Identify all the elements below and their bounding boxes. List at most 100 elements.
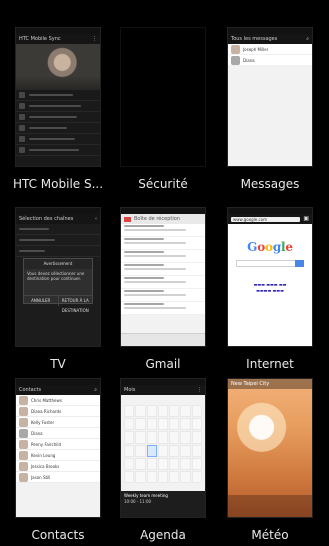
tv-dialog-title: Avertissement bbox=[24, 259, 92, 269]
gmail-mini-list bbox=[121, 224, 205, 315]
agenda-thumbnail[interactable]: Mois ⋮ Weekly team meeting 10:00 - 11:00 bbox=[120, 378, 206, 518]
contacts-search-icon: ⌕ bbox=[94, 387, 97, 393]
calendar-day bbox=[169, 431, 180, 444]
contact-row: Chris Matthews bbox=[16, 395, 100, 406]
contact-name: Kevin Leung bbox=[31, 452, 56, 458]
tv-row-line bbox=[19, 239, 55, 241]
contact-name: Penny Fairchild bbox=[31, 441, 61, 447]
recent-app-label-contacts: Contacts bbox=[31, 528, 85, 542]
gmail-thumbnail[interactable]: Boîte de réception bbox=[120, 207, 206, 347]
messages-row: Joseph Miller bbox=[228, 44, 312, 55]
tv-thumbnail[interactable]: Sélection des chaînes ‹ Avertissement Vo… bbox=[15, 207, 101, 347]
browser-tabs-icon: ▣ bbox=[303, 215, 309, 222]
calendar-day bbox=[135, 418, 146, 431]
tv-mini-title: Sélection des chaînes bbox=[19, 216, 74, 222]
calendar-day bbox=[191, 431, 202, 444]
gmail-row-line bbox=[124, 277, 164, 279]
gmail-icon bbox=[124, 216, 131, 222]
htc-thumbnail[interactable]: HTC Mobile Sync ⋮ bbox=[15, 27, 101, 167]
weather-mini-header: New Taipei City bbox=[228, 379, 312, 389]
calendar-day bbox=[157, 470, 169, 483]
calendar-day bbox=[191, 470, 202, 483]
messages-mini-title: Tous les messages bbox=[231, 36, 278, 42]
htc-profile-photo bbox=[16, 44, 100, 90]
htc-list-row bbox=[16, 134, 100, 145]
calendar-day bbox=[157, 418, 169, 431]
recent-app-label-internet: Internet bbox=[246, 357, 294, 371]
contacts-mini-title: Contacts bbox=[19, 387, 42, 393]
message-contact-name: Joseph Miller bbox=[243, 46, 269, 52]
calendar-day bbox=[180, 405, 191, 418]
htc-row-icon bbox=[19, 92, 25, 98]
browser-url: www.google.com bbox=[231, 216, 301, 222]
tv-warning-dialog: Avertissement Vous devez sélectionner un… bbox=[23, 258, 93, 313]
gmail-row-line bbox=[124, 303, 164, 305]
contact-avatar bbox=[19, 406, 28, 416]
contact-name: Chris Matthews bbox=[31, 397, 62, 403]
gmail-row-line bbox=[124, 281, 186, 283]
gmail-email-row bbox=[121, 276, 205, 289]
gmail-email-row bbox=[121, 250, 205, 263]
tv-row-line bbox=[19, 250, 45, 252]
tv-dialog-text: Vous devez sélectionner une destination … bbox=[27, 271, 85, 281]
calendar-day bbox=[146, 470, 157, 483]
recent-app-label-tv: TV bbox=[50, 357, 66, 371]
calendar-day bbox=[180, 418, 191, 431]
contacts-thumbnail[interactable]: Contacts ⌕ Chris Matthews Diana Richards… bbox=[15, 378, 101, 518]
tv-settings-row bbox=[16, 235, 100, 246]
contact-row: Kevin Leung bbox=[16, 450, 100, 461]
agenda-mini-title: Mois bbox=[124, 387, 136, 393]
weather-bottom-overlay bbox=[228, 495, 312, 517]
gmail-email-row bbox=[121, 224, 205, 237]
calendar-day bbox=[191, 405, 202, 418]
recent-app-label-messages: Messages bbox=[240, 177, 300, 191]
gmail-mini-title: Boîte de réception bbox=[134, 216, 180, 222]
contact-name: Diana bbox=[31, 430, 43, 436]
messages-thumbnail[interactable]: Tous les messages ⌕ Joseph Miller Diana bbox=[227, 27, 313, 167]
messages-mini-header: Tous les messages ⌕ bbox=[228, 34, 312, 44]
htc-row-icon bbox=[19, 125, 25, 131]
calendar-day bbox=[124, 444, 135, 457]
contact-row: Diana bbox=[16, 428, 100, 439]
contact-row: Kelly Foster bbox=[16, 417, 100, 428]
recent-app-label-agenda: Agenda bbox=[140, 528, 186, 542]
htc-list-row bbox=[16, 112, 100, 123]
htc-list-row bbox=[16, 145, 100, 156]
contact-avatar bbox=[19, 472, 28, 482]
calendar-day bbox=[191, 444, 202, 457]
calendar-day bbox=[124, 418, 135, 431]
gmail-row-line bbox=[124, 251, 164, 253]
contact-name: Jason Still bbox=[31, 474, 51, 480]
recent-app-label-htc: HTC Mobile S... bbox=[12, 177, 104, 191]
messages-row: Diana bbox=[228, 55, 312, 66]
calendar-day-selected bbox=[146, 444, 157, 457]
messages-mini-list: Joseph Miller Diana bbox=[228, 44, 312, 66]
meteo-thumbnail[interactable]: New Taipei City bbox=[227, 378, 313, 518]
gmail-email-row bbox=[121, 237, 205, 250]
google-search-box bbox=[236, 260, 304, 267]
htc-row-icon bbox=[19, 136, 25, 142]
calendar-day bbox=[180, 444, 191, 457]
htc-row-icon bbox=[19, 103, 25, 109]
calendar-day bbox=[135, 457, 146, 470]
contact-avatar bbox=[19, 450, 28, 460]
tv-settings-row bbox=[16, 224, 100, 235]
htc-list-row bbox=[16, 123, 100, 134]
calendar-day bbox=[180, 470, 191, 483]
gmail-row-line bbox=[124, 268, 186, 270]
internet-thumbnail[interactable]: www.google.com ▣ Google ▬▬▬ ▬▬▬ ▬▬ ▬▬▬▬ … bbox=[227, 207, 313, 347]
securite-thumbnail[interactable] bbox=[120, 27, 206, 167]
htc-row-line bbox=[29, 149, 79, 151]
gmail-email-row bbox=[121, 302, 205, 315]
calendar-day bbox=[124, 405, 135, 418]
google-logo: Google bbox=[247, 240, 293, 254]
gmail-row-line bbox=[124, 238, 164, 240]
agenda-overflow-icon: ⋮ bbox=[197, 387, 202, 393]
gmail-email-row bbox=[121, 289, 205, 302]
contact-name: Kelly Foster bbox=[31, 419, 55, 425]
message-contact-name: Diana bbox=[243, 57, 255, 63]
contacts-mini-list: Chris Matthews Diana Richards Kelly Fost… bbox=[16, 395, 100, 483]
htc-mini-header: HTC Mobile Sync ⋮ bbox=[16, 34, 100, 44]
gmail-email-row bbox=[121, 263, 205, 276]
google-footer-links: ▬▬▬ ▬▬▬ ▬▬ ▬▬▬▬ ▬▬▬ bbox=[238, 282, 302, 294]
